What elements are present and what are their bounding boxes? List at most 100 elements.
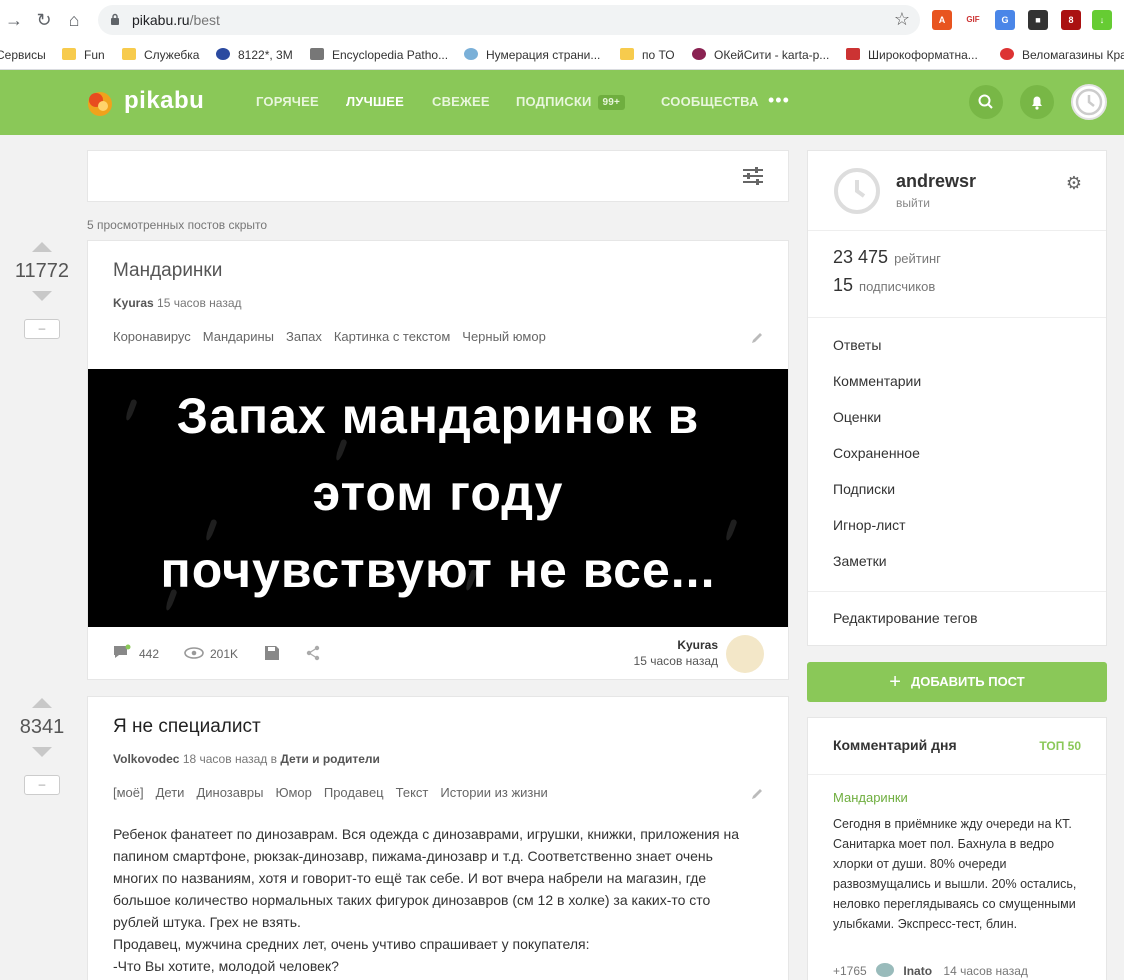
home-icon[interactable]: ⌂ [64,10,84,30]
post-rating: 8341 [19,716,65,738]
cube-extension-icon[interactable]: ■ [1028,10,1048,30]
commenter-avatar[interactable] [876,963,895,977]
lock-icon [111,13,119,25]
tag[interactable]: Продавец [324,785,384,800]
nav-hot[interactable]: ГОРЯЧЕЕ [256,94,319,109]
save-icon[interactable] [264,645,280,661]
sidebar-link-edit-tags[interactable]: Редактирование тегов [833,610,978,626]
gear-icon[interactable]: ⚙ [1066,173,1082,194]
post-community[interactable]: Дети и родители [280,752,380,766]
forward-icon[interactable]: → [4,10,24,30]
sidebar-link-comments[interactable]: Комментарии [833,373,921,389]
comment-time: 14 часов назад [943,964,1028,978]
download-extension-icon[interactable]: ↓ [1092,10,1112,30]
more-icon[interactable]: ••• [768,90,790,111]
bookmarks-bar: Сервисы Fun Служебка 8122*, 3M Encyclope… [0,40,1124,70]
pin-icon [1000,48,1014,60]
post-tags: Коронавирус Мандарины Запах Картинка с текс… [113,329,558,344]
edit-pencil-icon[interactable] [750,331,764,345]
tag[interactable]: Дети [156,785,185,800]
tag[interactable]: Мандарины [203,329,274,344]
nav-best[interactable]: ЛУЧШЕЕ [346,94,404,109]
post-image[interactable]: Запах мандаринок в этом году почувствуют… [88,369,788,627]
bookmark-item[interactable]: Нумерация страни... [464,46,600,64]
logout-link[interactable]: выйти [896,196,930,210]
nav-fresh[interactable]: СВЕЖЕЕ [432,94,490,109]
edit-pencil-icon[interactable] [750,787,764,801]
post-footer: 442 201K Kyuras 15 часов назад [88,627,788,681]
tag[interactable]: Динозавры [196,785,263,800]
translate-extension-icon[interactable]: G [995,10,1015,30]
folder-icon [620,48,634,60]
sidebar-link-subscriptions[interactable]: Подписки [833,481,895,497]
bookmark-star-icon[interactable]: ☆ [894,9,910,30]
top50-link[interactable]: ТОП 50 [1039,739,1081,753]
tag[interactable]: Истории из жизни [440,785,547,800]
bookmark-item[interactable]: Fun [62,46,105,64]
sidebar-link-saved[interactable]: Сохраненное [833,445,920,461]
site-icon [310,48,324,60]
profile-avatar[interactable] [834,168,880,214]
sidebar-link-ratings[interactable]: Оценки [833,409,881,425]
site-icon [846,48,860,60]
post-title[interactable]: Я не специалист [113,716,261,738]
author-avatar[interactable] [726,635,764,673]
bookmark-item[interactable]: Encyclopedia Patho... [310,46,448,64]
comments-count[interactable]: 442 [139,647,159,661]
post-meta: Kyuras 15 часов назад [113,296,242,310]
downvote-arrow-icon[interactable] [32,747,52,757]
tag[interactable]: Черный юмор [462,329,546,344]
post-author[interactable]: Kyuras [113,296,154,310]
comments-icon[interactable] [113,644,131,662]
share-icon[interactable] [305,645,321,661]
bookmark-item[interactable]: Сервисы [0,46,46,64]
upvote-arrow-icon[interactable] [32,242,52,252]
comment-post-link[interactable]: Мандаринки [833,790,908,805]
bookmark-item[interactable]: ОКейСити - karta-p... [692,46,829,64]
bookmark-item[interactable]: Широкоформатна... [846,46,978,64]
comment-of-day-title: Комментарий дня [833,737,957,753]
post-title[interactable]: Мандаринки [113,260,222,282]
extension-icon[interactable]: A [932,10,952,30]
upvote-arrow-icon[interactable] [32,698,52,708]
tag[interactable]: Картинка с текстом [334,329,450,344]
add-post-button[interactable]: + ДОБАВИТЬ ПОСТ [807,662,1107,702]
collapse-button[interactable]: – [24,319,60,339]
downvote-arrow-icon[interactable] [32,291,52,301]
hidden-posts-note[interactable]: 5 просмотренных постов скрыто [87,218,267,232]
clock-icon [855,180,866,198]
gif-extension-icon[interactable]: GIF [963,10,983,30]
filter-settings-icon[interactable] [742,167,764,185]
tag[interactable]: Запах [286,329,322,344]
nav-subscriptions[interactable]: ПОДПИСКИ 99+ [516,94,626,110]
subscribers-stat[interactable]: 15 подписчиков [833,275,941,303]
sidebar-link-notes[interactable]: Заметки [833,553,887,569]
sidebar-link-ignore-list[interactable]: Игнор-лист [833,517,906,533]
bookmark-item[interactable]: по ТО [620,46,675,64]
nav-communities[interactable]: СООБЩЕСТВА [661,94,759,109]
pikabu-logo-icon [88,92,112,116]
bookmark-item[interactable]: Веломагазины Кра [1000,46,1124,64]
footer-author[interactable]: Kyuras 15 часов назад [634,637,718,669]
tag[interactable]: Коронавирус [113,329,191,344]
post-author[interactable]: Volkovodec [113,752,179,766]
reload-icon[interactable]: ↻ [34,10,54,30]
ublock-extension-icon[interactable]: 8 [1061,10,1081,30]
clock-icon [1075,88,1103,116]
tag[interactable]: Текст [396,785,429,800]
bookmark-item[interactable]: Служебка [122,46,199,64]
username[interactable]: andrewsr [896,171,976,192]
image-text-line: этом году [312,465,564,521]
sidebar-link-replies[interactable]: Ответы [833,337,881,353]
tag[interactable]: Юмор [275,785,311,800]
search-button[interactable] [969,85,1003,119]
post-body: Ребенок фанатеет по динозаврам. Вся одеж… [113,826,740,974]
collapse-button[interactable]: – [24,775,60,795]
notifications-button[interactable] [1020,85,1054,119]
tag[interactable]: [моё] [113,785,144,800]
bookmark-item[interactable]: 8122*, 3M [216,46,293,64]
comment-author[interactable]: Inato [903,964,932,978]
plus-icon: + [889,671,901,693]
user-avatar[interactable] [1071,84,1107,120]
address-bar[interactable]: pikabu.ru/best ☆ [98,5,920,35]
